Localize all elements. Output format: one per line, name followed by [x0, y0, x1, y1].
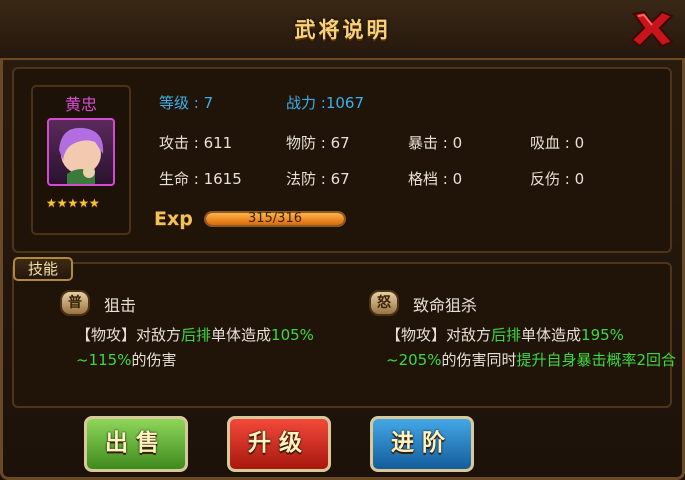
skills-tag: 技能	[13, 257, 73, 281]
level-label: 等级 : 7	[159, 94, 214, 112]
stat-reflect: 反伤 : 0	[530, 170, 585, 188]
power-label: 战力 :1067	[286, 94, 364, 112]
desc-seg: 的伤害同时	[441, 351, 517, 369]
desc-seg: 单体造成	[211, 326, 272, 344]
hero-name: 黄忠	[64, 95, 97, 114]
skill-desc-normal: 【物攻】对敌方后排单体造成105% ~115%的伤害	[76, 323, 356, 373]
desc-seg: 后排	[181, 326, 212, 344]
stat-hp: 生命 : 1615	[159, 170, 242, 188]
stat-crit: 暴击 : 0	[408, 134, 463, 152]
stat-magic-def: 法防 : 67	[286, 170, 350, 188]
stat-phys-def: 物防 : 67	[286, 134, 350, 152]
sell-button[interactable]: 出售	[84, 416, 188, 472]
upgrade-button[interactable]: 升级	[227, 416, 331, 472]
desc-seg: 提升自身暴击概率2回合	[516, 351, 677, 369]
exp-text: 315/316	[247, 211, 302, 226]
skill-desc-rage: 【物攻】对敌方后排单体造成195% ~205%的伤害同时提升自身暴击概率2回合	[386, 323, 676, 373]
skill-name-rage: 致命狙杀	[413, 296, 478, 315]
advance-button[interactable]: 进阶	[370, 416, 474, 472]
skill-badge-normal[interactable]: 普	[60, 290, 90, 316]
hero-portrait	[47, 118, 115, 186]
desc-seg: ~115%	[76, 351, 132, 369]
close-icon[interactable]	[628, 8, 676, 50]
desc-seg: ~205%	[386, 351, 442, 369]
skill-badge-rage[interactable]: 怒	[369, 290, 399, 316]
title-bar: 武将说明	[0, 0, 685, 60]
desc-seg: 单体造成	[521, 326, 582, 344]
desc-seg: 195%	[581, 326, 624, 344]
stat-lifesteal: 吸血 : 0	[530, 134, 585, 152]
desc-seg: 【物攻】对敌方	[386, 326, 492, 344]
desc-seg: 后排	[491, 326, 522, 344]
desc-seg: 的伤害	[131, 351, 177, 369]
stat-attack: 攻击 : 611	[159, 134, 233, 152]
exp-label: Exp	[154, 208, 193, 230]
desc-seg: 【物攻】对敌方	[76, 326, 182, 344]
skill-name-normal: 狙击	[104, 296, 137, 315]
dialog-title: 武将说明	[294, 18, 391, 42]
star-rating: ★★★★★	[46, 196, 100, 210]
desc-seg: 105%	[271, 326, 314, 344]
stat-block: 格档 : 0	[408, 170, 463, 188]
